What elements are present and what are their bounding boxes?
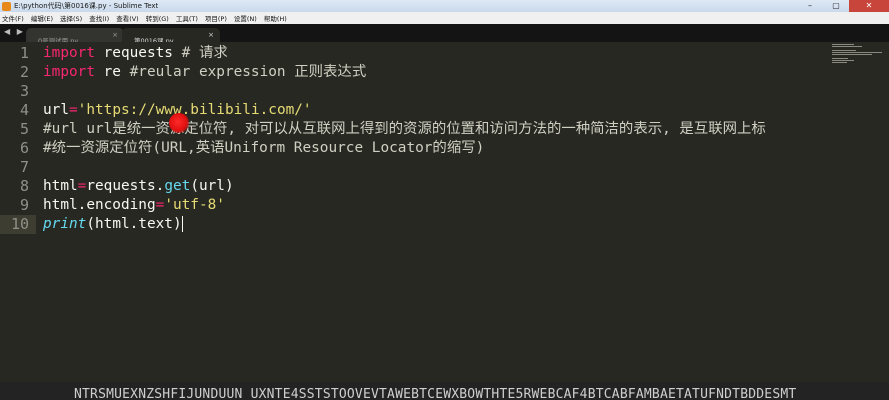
menu-find[interactable]: 查找(I)	[89, 13, 109, 23]
function-call: get	[164, 178, 191, 194]
menu-selection[interactable]: 选择(S)	[60, 13, 82, 23]
minimap[interactable]	[828, 42, 889, 382]
minimap-line	[832, 52, 882, 53]
window-titlebar: E:\python代码\第0016课.py - Sublime Text – ▢…	[0, 0, 889, 12]
text-cursor	[181, 216, 183, 232]
arguments: (url)	[190, 178, 234, 194]
menu-help[interactable]: 帮助(H)	[264, 13, 287, 23]
comment: # 请求	[181, 45, 228, 61]
sublime-app-icon	[2, 1, 11, 11]
tab-lesson-file[interactable]: 第0016课.py ×	[122, 28, 220, 45]
minimize-button[interactable]: –	[797, 0, 823, 12]
code-area[interactable]: import requests # 请求 import re #reular e…	[43, 42, 828, 382]
minimap-line	[832, 58, 848, 59]
line-number: 4	[19, 101, 29, 119]
minimap-line	[832, 44, 854, 45]
attribute: html.encoding	[43, 197, 156, 213]
code-line-8: html=requests.get(url)	[43, 177, 234, 196]
line-number: 9	[19, 196, 29, 214]
close-window-button[interactable]: ✕	[849, 0, 889, 12]
code-line-6: #统一资源定位符(URL,英语Uniform Resource Locator的…	[43, 139, 484, 158]
minimap-line	[832, 60, 854, 61]
line-number: 10	[10, 215, 29, 233]
comment: #url url是统一资源定位符, 对可以从互联网上得到的资源的位置和访问方法的…	[43, 121, 766, 137]
tab-test-file[interactable]: 0号测试用.py ×	[26, 28, 124, 45]
operator: =	[155, 197, 165, 213]
menu-project[interactable]: 项目(P)	[205, 13, 227, 23]
menu-bar: 文件(F) 编辑(E) 选择(S) 查找(I) 查看(V) 转到(G) 工具(T…	[0, 12, 889, 24]
menu-tools[interactable]: 工具(T)	[176, 13, 198, 23]
object: requests.	[86, 178, 165, 194]
line-number: 3	[19, 82, 29, 100]
maximize-button[interactable]: ▢	[823, 0, 849, 12]
line-number: 7	[19, 158, 29, 176]
code-line-2: import re #reular expression 正则表达式	[43, 63, 366, 82]
code-line-9: html.encoding='utf-8'	[43, 196, 225, 215]
line-number: 2	[19, 63, 29, 81]
overlay-text-fragment: NTRSMUEXNZSHFIJUNDUUN UXNTE4SSTSTOOVEVTA…	[74, 387, 797, 400]
code-line-10: print(html.text)	[43, 215, 183, 234]
comment: #统一资源定位符(URL,英语Uniform Resource Locator的…	[43, 140, 485, 156]
minimap-line	[832, 46, 862, 47]
bottom-overlay-strip: NTRSMUEXNZSHFIJUNDUUN UXNTE4SSTSTOOVEVTA…	[0, 382, 889, 400]
arguments: (html.text)	[86, 216, 182, 232]
builtin-function: print	[43, 216, 87, 232]
string-literal: 'https://www.bilibili.com/'	[77, 102, 312, 118]
line-number-gutter: 1 2 3 4 5 6 7 8 9 10	[0, 42, 36, 382]
tab-close-icon[interactable]: ×	[208, 28, 214, 42]
minimap-line	[832, 54, 872, 55]
menu-file[interactable]: 文件(F)	[2, 13, 24, 23]
minimap-line	[832, 62, 847, 63]
variable: url	[43, 102, 69, 118]
tab-bar: ◀ ▶ 0号测试用.py × 第0016课.py ×	[0, 24, 889, 45]
menu-view[interactable]: 查看(V)	[116, 13, 139, 23]
line-number: 1	[19, 44, 29, 62]
menu-edit[interactable]: 编辑(E)	[31, 13, 53, 23]
line-number: 5	[19, 120, 29, 138]
window-controls: – ▢ ✕	[797, 0, 889, 12]
tab-close-icon[interactable]: ×	[112, 28, 118, 42]
operator: =	[69, 102, 78, 118]
line-number: 6	[19, 139, 29, 157]
mouse-pointer-highlight-icon	[169, 113, 189, 133]
window-title: E:\python代码\第0016课.py - Sublime Text	[14, 2, 159, 10]
minimap-line	[832, 50, 856, 51]
menu-preferences[interactable]: 设置(N)	[234, 13, 257, 23]
variable: html	[43, 178, 78, 194]
comment: #reular expression 正则表达式	[129, 64, 367, 80]
keyword: import	[43, 64, 95, 80]
code-line-5: #url url是统一资源定位符, 对可以从互联网上得到的资源的位置和访问方法的…	[43, 120, 766, 139]
module-name: requests	[94, 45, 182, 61]
module-name: re	[94, 64, 130, 80]
line-number: 8	[19, 177, 29, 195]
code-line-1: import requests # 请求	[43, 44, 228, 63]
string-literal: 'utf-8'	[164, 197, 225, 213]
code-editor[interactable]: 1 2 3 4 5 6 7 8 9 10 import requests # 请…	[0, 42, 828, 382]
tab-nav-arrows-icon[interactable]: ◀ ▶	[4, 27, 25, 36]
menu-goto[interactable]: 转到(G)	[146, 13, 169, 23]
keyword: import	[43, 45, 95, 61]
